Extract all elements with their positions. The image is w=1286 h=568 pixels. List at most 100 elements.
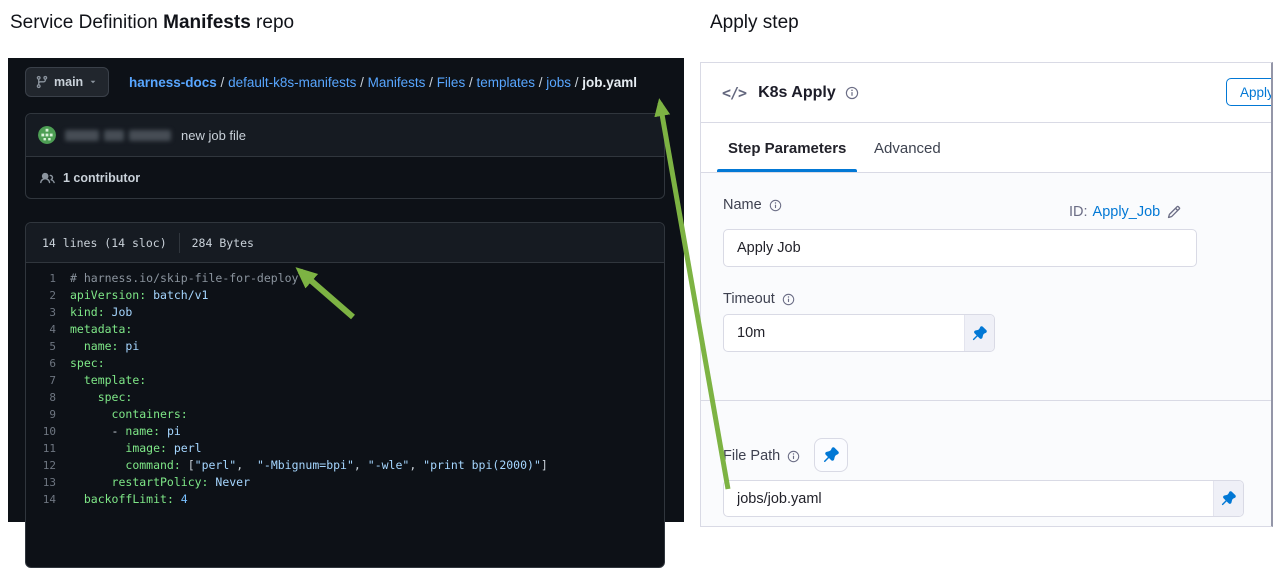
section-divider xyxy=(701,400,1271,401)
k8s-apply-step-card: </> K8s Apply Apply Step Parameters Adva… xyxy=(700,62,1273,527)
redacted-username xyxy=(65,129,171,141)
contributors-row[interactable]: 1 contributor xyxy=(26,157,664,199)
code-text: spec: xyxy=(70,356,105,370)
timeout-input[interactable] xyxy=(724,315,964,351)
file-stats-header: 14 lines (14 sloc) 284 Bytes xyxy=(26,223,664,263)
id-value-link[interactable]: Apply_Job xyxy=(1093,204,1161,220)
people-icon xyxy=(40,171,55,186)
step-header: </> K8s Apply Apply xyxy=(701,63,1271,123)
apply-changes-button[interactable]: Apply xyxy=(1226,78,1271,106)
branch-selector-button[interactable]: main xyxy=(25,67,110,97)
divider xyxy=(178,232,180,253)
pin-file-path-button[interactable] xyxy=(814,438,848,472)
right-panel-title: Apply step xyxy=(710,12,799,33)
line-number[interactable]: 4 xyxy=(26,321,70,338)
branch-name: main xyxy=(54,75,84,89)
breadcrumb-item-jobs[interactable]: jobs xyxy=(546,75,571,90)
tab-advanced[interactable]: Advanced xyxy=(874,123,941,173)
name-input-wrapper xyxy=(723,229,1197,267)
code-text: containers: xyxy=(111,407,188,421)
breadcrumb-item-Files[interactable]: Files xyxy=(437,75,466,90)
pin-runtime-input-icon[interactable] xyxy=(1213,481,1243,516)
file-lines-stat: 14 lines (14 sloc) xyxy=(42,235,167,250)
code-text: # harness.io/skip-file-for-deploy xyxy=(70,271,299,285)
info-icon[interactable] xyxy=(769,199,782,212)
code-line: 7 template: xyxy=(26,372,664,389)
breadcrumb-item-default-k8s-manifests[interactable]: default-k8s-manifests xyxy=(228,75,356,90)
line-number[interactable]: 13 xyxy=(26,474,70,491)
code-text: template: xyxy=(83,373,147,387)
step-id-block: ID: Apply_Job xyxy=(1069,204,1181,220)
breadcrumb-item-templates[interactable]: templates xyxy=(476,75,535,90)
code-line: 3 kind: Job xyxy=(26,304,664,321)
line-number[interactable]: 2 xyxy=(26,287,70,304)
commit-message[interactable]: new job file xyxy=(181,128,246,143)
line-number[interactable]: 11 xyxy=(26,440,70,457)
github-panel: main harness-docs / default-k8s-manifest… xyxy=(8,58,684,568)
line-number[interactable]: 8 xyxy=(26,389,70,406)
id-label: ID: xyxy=(1069,204,1088,220)
timeout-field-label: Timeout xyxy=(723,291,795,307)
code-line: 5 name: pi xyxy=(26,338,664,355)
line-number[interactable]: 9 xyxy=(26,406,70,423)
code-text: backoffLimit: 4 xyxy=(83,492,188,506)
file-content-box: 14 lines (14 sloc) 284 Bytes 1 # harness.… xyxy=(25,222,665,568)
file-path-field-label: File Path xyxy=(723,448,800,464)
code-line: 11 image: perl xyxy=(26,440,664,457)
line-number[interactable]: 1 xyxy=(26,270,70,287)
code-step-icon: </> xyxy=(722,83,747,102)
timeout-input-wrapper xyxy=(723,314,995,352)
name-input[interactable] xyxy=(724,230,1196,266)
code-text: name: pi xyxy=(83,339,140,353)
pin-runtime-input-icon[interactable] xyxy=(964,315,994,351)
breadcrumb-separator: / xyxy=(465,74,477,90)
avatar[interactable] xyxy=(38,126,56,144)
name-field-label: Name xyxy=(723,197,782,213)
breadcrumb: harness-docs / default-k8s-manifests / M… xyxy=(129,67,637,97)
code-text: kind: Job xyxy=(70,305,133,319)
code-line: 9 containers: xyxy=(26,406,664,423)
file-path-input-wrapper xyxy=(723,480,1244,517)
code-text: apiVersion: batch/v1 xyxy=(70,288,209,302)
breadcrumb-item-harness-docs[interactable]: harness-docs xyxy=(129,75,217,90)
info-icon[interactable] xyxy=(787,450,800,463)
code-line: 10 - name: pi xyxy=(26,423,664,440)
code-line: 12 command: ["perl", "-Mbignum=bpi", "-w… xyxy=(26,457,664,474)
breadcrumb-separator: / xyxy=(356,74,368,90)
file-size-stat: 284 Bytes xyxy=(191,235,254,250)
code-line: 8 spec: xyxy=(26,389,664,406)
code-lines: 1 # harness.io/skip-file-for-deploy 2 apiVe… xyxy=(26,263,664,508)
breadcrumb-separator: / xyxy=(571,74,583,90)
line-number[interactable]: 5 xyxy=(26,338,70,355)
code-line: 2 apiVersion: batch/v1 xyxy=(26,287,664,304)
code-line: 1 # harness.io/skip-file-for-deploy xyxy=(26,270,664,287)
line-number[interactable]: 7 xyxy=(26,372,70,389)
code-text: spec: xyxy=(97,390,133,404)
info-icon[interactable] xyxy=(845,86,859,100)
line-number[interactable]: 6 xyxy=(26,355,70,372)
latest-commit-row[interactable]: new job file xyxy=(26,114,664,157)
active-tab-underline xyxy=(717,169,857,172)
code-text: image: perl xyxy=(125,441,202,455)
step-title: K8s Apply xyxy=(758,83,836,101)
code-text: command: ["perl", "-Mbignum=bpi", "-wle"… xyxy=(125,458,548,472)
step-parameters-form: Name ID: Apply_Job Timeout xyxy=(701,173,1271,526)
breadcrumb-item-Manifests[interactable]: Manifests xyxy=(368,75,426,90)
line-number[interactable]: 12 xyxy=(26,457,70,474)
code-line: 14 backoffLimit: 4 xyxy=(26,491,664,508)
chevron-down-icon xyxy=(88,77,98,87)
tab-step-parameters[interactable]: Step Parameters xyxy=(728,123,846,173)
line-number[interactable]: 3 xyxy=(26,304,70,321)
code-line: 13 restartPolicy: Never xyxy=(26,474,664,491)
git-branch-icon xyxy=(35,75,49,89)
info-icon[interactable] xyxy=(782,293,795,306)
left-panel-title: Service Definition Manifests repo xyxy=(10,12,295,33)
edit-pencil-icon[interactable] xyxy=(1167,205,1181,219)
code-text: restartPolicy: Never xyxy=(111,475,251,489)
breadcrumb-separator: / xyxy=(535,74,547,90)
file-path-input[interactable] xyxy=(724,481,1213,516)
step-tabs: Step Parameters Advanced xyxy=(701,123,1271,173)
line-number[interactable]: 10 xyxy=(26,423,70,440)
code-line: 4 metadata: xyxy=(26,321,664,338)
line-number[interactable]: 14 xyxy=(26,491,70,508)
